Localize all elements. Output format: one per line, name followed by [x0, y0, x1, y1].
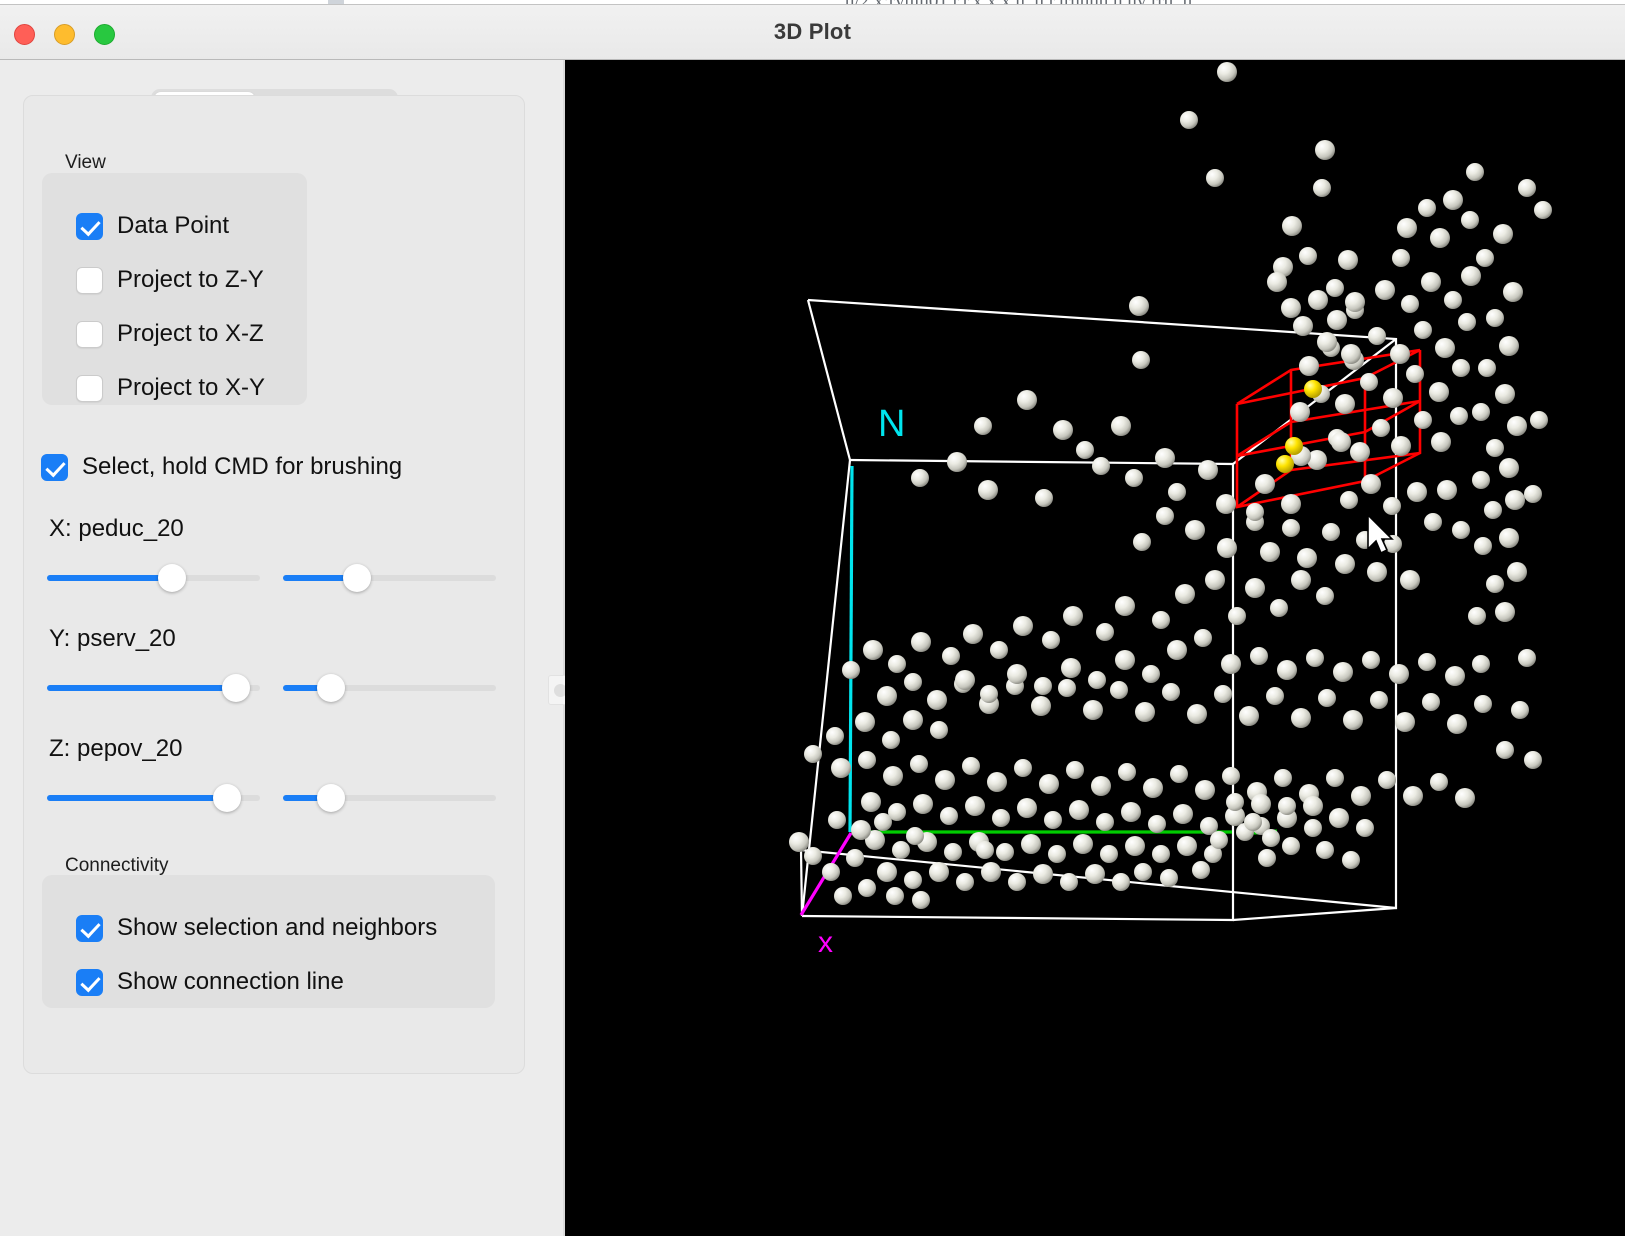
slider-thumb[interactable]: [213, 784, 241, 812]
checkbox-project-zy[interactable]: Project to Z-Y: [76, 266, 264, 294]
checkbox-label: Show connection line: [117, 968, 344, 996]
checkbox-box-icon: [76, 267, 103, 294]
slider-thumb[interactable]: [343, 564, 371, 592]
checkmark-icon: [41, 454, 68, 481]
checkbox-project-xz[interactable]: Project to X-Z: [76, 320, 264, 348]
slider-thumb[interactable]: [158, 564, 186, 592]
gl-plot-canvas[interactable]: N x: [565, 60, 1625, 1236]
checkbox-label: Show selection and neighbors: [117, 914, 437, 942]
checkbox-data-point[interactable]: Data Point: [76, 212, 229, 240]
slider-fill: [47, 795, 230, 801]
checkmark-icon: [76, 969, 103, 996]
slider-z-min[interactable]: [47, 784, 260, 812]
slider-fill: [47, 575, 175, 581]
slider-thumb[interactable]: [317, 674, 345, 702]
window-title: 3D Plot: [0, 5, 1625, 59]
checkbox-box-icon: [76, 321, 103, 348]
axis-label-z: Z: pepov_20: [49, 735, 182, 763]
scatter-3d-svg: N x: [565, 60, 1625, 1236]
desktop: u/2.x:ryuiu01 r.r.x.x.x.u. u.r.lruuuu.u …: [0, 0, 1625, 1235]
axis-x-label: x: [818, 926, 833, 959]
window-titlebar: 3D Plot: [0, 5, 1625, 60]
slider-thumb[interactable]: [317, 784, 345, 812]
slider-fill: [47, 685, 239, 691]
view-group-label: View: [65, 152, 106, 174]
slider-x-max[interactable]: [283, 564, 496, 592]
checkbox-label: Data Point: [117, 212, 229, 240]
checkbox-project-xy[interactable]: Project to X-Y: [76, 374, 265, 402]
checkbox-label: Project to X-Z: [117, 320, 264, 348]
checkbox-label: Project to X-Y: [117, 374, 265, 402]
checkbox-select-brushing[interactable]: Select, hold CMD for brushing: [41, 453, 402, 481]
slider-z-max[interactable]: [283, 784, 496, 812]
checkbox-show-selection-neighbors[interactable]: Show selection and neighbors: [76, 914, 437, 942]
slider-x-min[interactable]: [47, 564, 260, 592]
axis-z-line: [850, 466, 852, 832]
checkmark-icon: [76, 915, 103, 942]
checkbox-show-connection-line[interactable]: Show connection line: [76, 968, 344, 996]
axis-label-x: X: peduc_20: [49, 515, 184, 543]
plot-window: 3D Plot Data OpenGL View Data Point: [0, 4, 1625, 1236]
checkbox-label: Project to Z-Y: [117, 266, 264, 294]
controls-sidebar: Data OpenGL View Data Point Project to Z…: [0, 60, 564, 1236]
slider-thumb[interactable]: [222, 674, 250, 702]
slider-y-max[interactable]: [283, 674, 496, 702]
data-point-cloud: [789, 111, 1552, 909]
axis-label-y: Y: pserv_20: [49, 625, 176, 653]
axis-z-label: N: [878, 403, 905, 445]
checkmark-icon: [76, 213, 103, 240]
window-body: Data OpenGL View Data Point Project to Z…: [0, 60, 1625, 1236]
connectivity-group-label: Connectivity: [65, 855, 169, 877]
slider-y-min[interactable]: [47, 674, 260, 702]
checkbox-box-icon: [76, 375, 103, 402]
checkbox-label: Select, hold CMD for brushing: [82, 453, 402, 481]
